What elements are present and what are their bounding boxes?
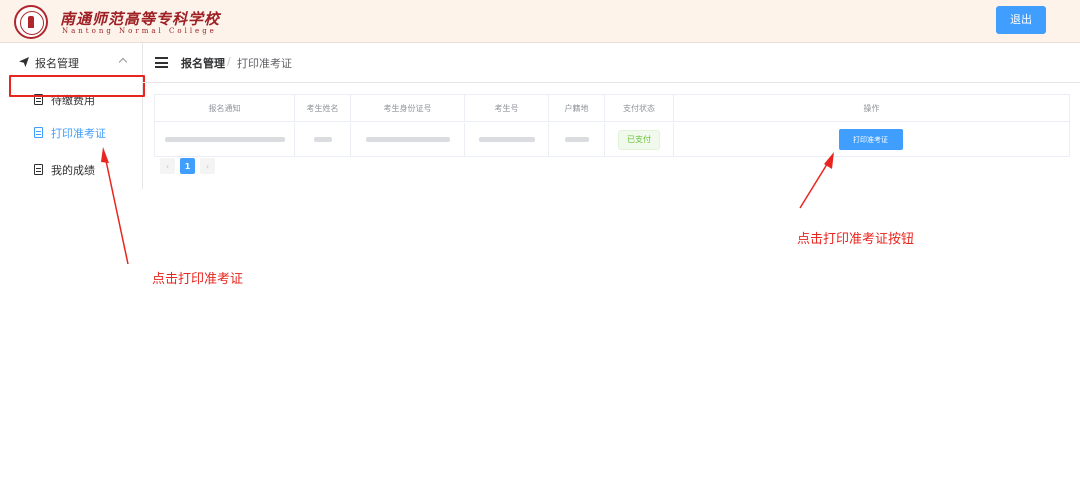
table-header: 报名通知 考生姓名 考生身份证号 考生号 户籍地 支付状态 操作 bbox=[155, 95, 1069, 122]
annotation-arrow-button bbox=[799, 160, 830, 209]
annotation-highlight-box bbox=[9, 75, 145, 97]
prev-page-button[interactable]: ‹ bbox=[160, 158, 175, 174]
sidebar: 报名管理 待缴费用 打印准考证 我的成绩 bbox=[0, 43, 143, 189]
column-header-label: 户籍地 bbox=[564, 103, 589, 113]
cell-action: 打印准考证 bbox=[674, 123, 1069, 156]
annotation-text-button: 点击打印准考证按钮 bbox=[797, 232, 915, 247]
cell-id-redacted bbox=[351, 123, 465, 156]
print-admission-ticket-button[interactable]: 打印准考证 bbox=[838, 129, 903, 150]
registration-table: 报名通知 考生姓名 考生身份证号 考生号 户籍地 支付状态 操作 已支付 打印准… bbox=[154, 94, 1070, 157]
column-header: 报名通知 bbox=[155, 95, 295, 121]
cell-household-redacted bbox=[549, 123, 605, 156]
school-name-en: Nantong Normal College bbox=[62, 27, 217, 35]
table-row: 已支付 打印准考证 bbox=[155, 123, 1069, 156]
chevron-up-icon bbox=[118, 57, 128, 67]
column-header: 考生身份证号 bbox=[351, 95, 465, 121]
school-name-cn: 南通师范高等专科学校 bbox=[60, 10, 221, 28]
cell-payment-status: 已支付 bbox=[605, 123, 674, 156]
sidebar-item-print-admission-ticket[interactable]: 打印准考证 bbox=[0, 116, 142, 150]
cell-exam-number-redacted bbox=[465, 123, 549, 156]
breadcrumb-item-current: 打印准考证 bbox=[237, 57, 292, 70]
annotation-text-sidebar: 点击打印准考证 bbox=[152, 272, 244, 287]
sidebar-item-my-scores[interactable]: 我的成绩 bbox=[0, 153, 142, 187]
status-badge-paid: 已支付 bbox=[618, 129, 660, 150]
column-header: 支付状态 bbox=[605, 95, 674, 121]
breadcrumb-bar: 报名管理 / 打印准考证 bbox=[143, 43, 1080, 83]
sidebar-item-label: 打印准考证 bbox=[51, 127, 106, 140]
send-icon bbox=[19, 57, 29, 67]
breadcrumb-item-registration[interactable]: 报名管理 bbox=[181, 55, 225, 71]
cell-notice-redacted bbox=[155, 123, 295, 156]
top-header: 南通师范高等专科学校 Nantong Normal College 退出 bbox=[0, 0, 1080, 43]
column-header-label: 考生号 bbox=[494, 103, 519, 113]
column-header-label: 支付状态 bbox=[623, 103, 655, 113]
column-header: 考生姓名 bbox=[295, 95, 351, 121]
page-number-button[interactable]: 1 bbox=[180, 158, 195, 174]
document-icon bbox=[34, 164, 43, 175]
column-header: 户籍地 bbox=[549, 95, 605, 121]
cell-name-redacted bbox=[295, 123, 351, 156]
column-header-label: 报名通知 bbox=[208, 103, 241, 113]
document-icon bbox=[34, 127, 43, 138]
column-header-label: 考生姓名 bbox=[306, 103, 339, 113]
column-header-label: 考生身份证号 bbox=[383, 103, 432, 113]
column-header: 考生号 bbox=[465, 95, 549, 121]
school-seal-logo bbox=[14, 5, 48, 39]
logout-button[interactable]: 退出 bbox=[996, 6, 1046, 34]
sidebar-group-label: 报名管理 bbox=[35, 57, 79, 70]
column-header-label: 操作 bbox=[863, 103, 880, 113]
hamburger-menu-icon[interactable] bbox=[155, 57, 168, 68]
sidebar-item-label: 我的成绩 bbox=[51, 164, 95, 177]
column-header: 操作 bbox=[674, 95, 1069, 121]
next-page-button[interactable]: › bbox=[200, 158, 215, 174]
breadcrumb-separator: / bbox=[227, 55, 231, 68]
